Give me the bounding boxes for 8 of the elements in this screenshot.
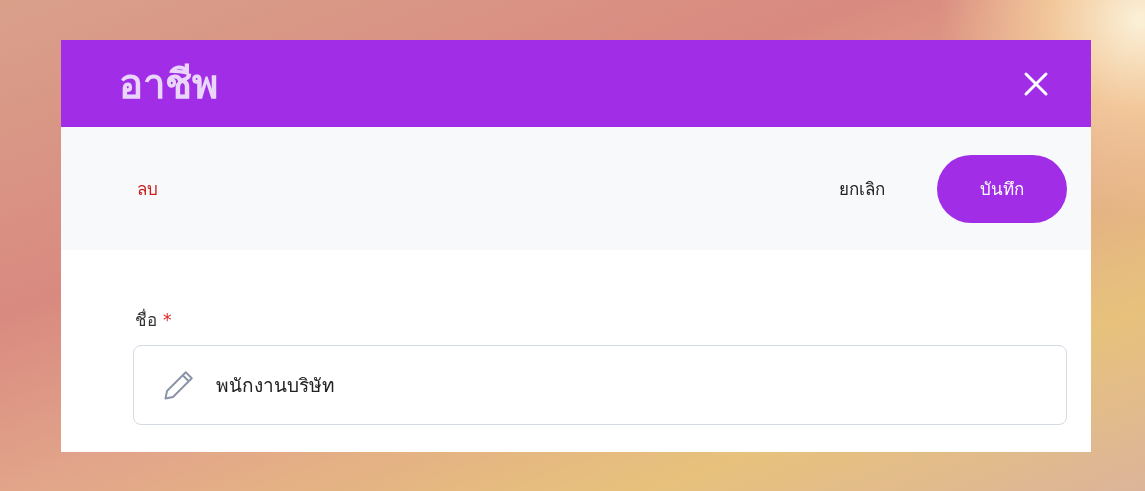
required-mark: * <box>163 310 172 330</box>
dialog-title: อาชีพ <box>119 59 218 109</box>
text-field[interactable]: พนักงานบริษัท <box>133 345 1067 425</box>
delete-button[interactable]: ลบ <box>125 165 170 212</box>
cancel-button[interactable]: ยกเลิก <box>827 165 897 212</box>
close-icon[interactable] <box>1023 70 1049 97</box>
save-button[interactable]: บันทึก <box>937 154 1067 223</box>
field-label: ชื่อ <box>135 307 157 332</box>
